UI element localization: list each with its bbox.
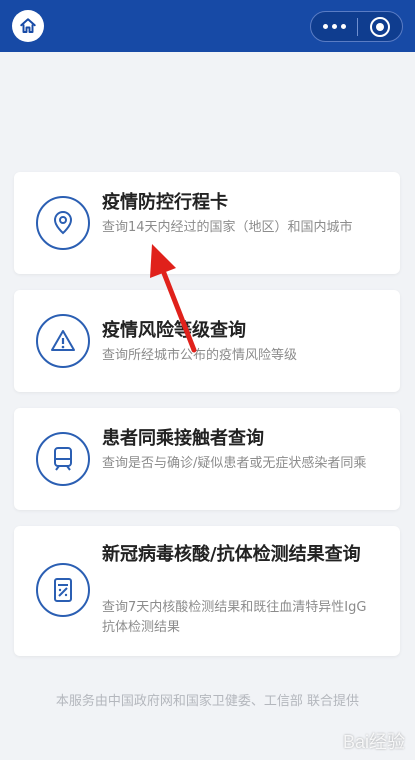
card-title: 疫情防控行程卡 [102,192,228,213]
card-description: 查询所经城市公布的疫情风险等级 [102,348,298,363]
more-dots-icon [322,24,346,29]
card-title: 患者同乘接触者查询 [102,428,264,449]
service-provider-note: 本服务由中国政府网和国家卫健委、工信部 联合提供 [55,694,360,709]
home-icon [20,18,36,33]
card-test-result[interactable]: 新冠病毒核酸/抗体检测结果查询 查询7天内核酸检测结果和既往血清特异性IgG抗体… [14,526,400,656]
card-contact-query[interactable]: 患者同乘接触者查询 查询是否与确诊/疑似患者或无症状感染者同乘 [14,408,400,510]
card-title: 新冠病毒核酸/抗体检测结果查询 [102,544,361,565]
baidu-jingyan-watermark: Bai经验 [342,732,405,752]
card-travel-card[interactable]: 疫情防控行程卡 查询14天内经过的国家（地区）和国内城市 [14,172,400,274]
card-description: 查询7天内核酸检测结果和既往血清特异性IgG抗体检测结果 [102,600,367,635]
card-risk-level[interactable]: 疫情风险等级查询 查询所经城市公布的疫情风险等级 [14,290,400,392]
warning-triangle-icon [36,314,90,368]
top-bar [0,0,415,52]
close-button[interactable] [358,12,402,41]
card-description: 查询是否与确诊/疑似患者或无症状感染者同乘 [102,456,367,471]
location-pin-icon [36,196,90,250]
card-title: 疫情风险等级查询 [102,320,246,341]
train-icon [36,432,90,486]
target-close-icon [370,16,390,37]
more-button[interactable] [311,12,357,41]
test-report-icon [36,563,90,617]
home-button[interactable] [12,10,44,42]
mini-program-capsule [310,11,403,42]
card-description: 查询14天内经过的国家（地区）和国内城市 [102,220,353,235]
